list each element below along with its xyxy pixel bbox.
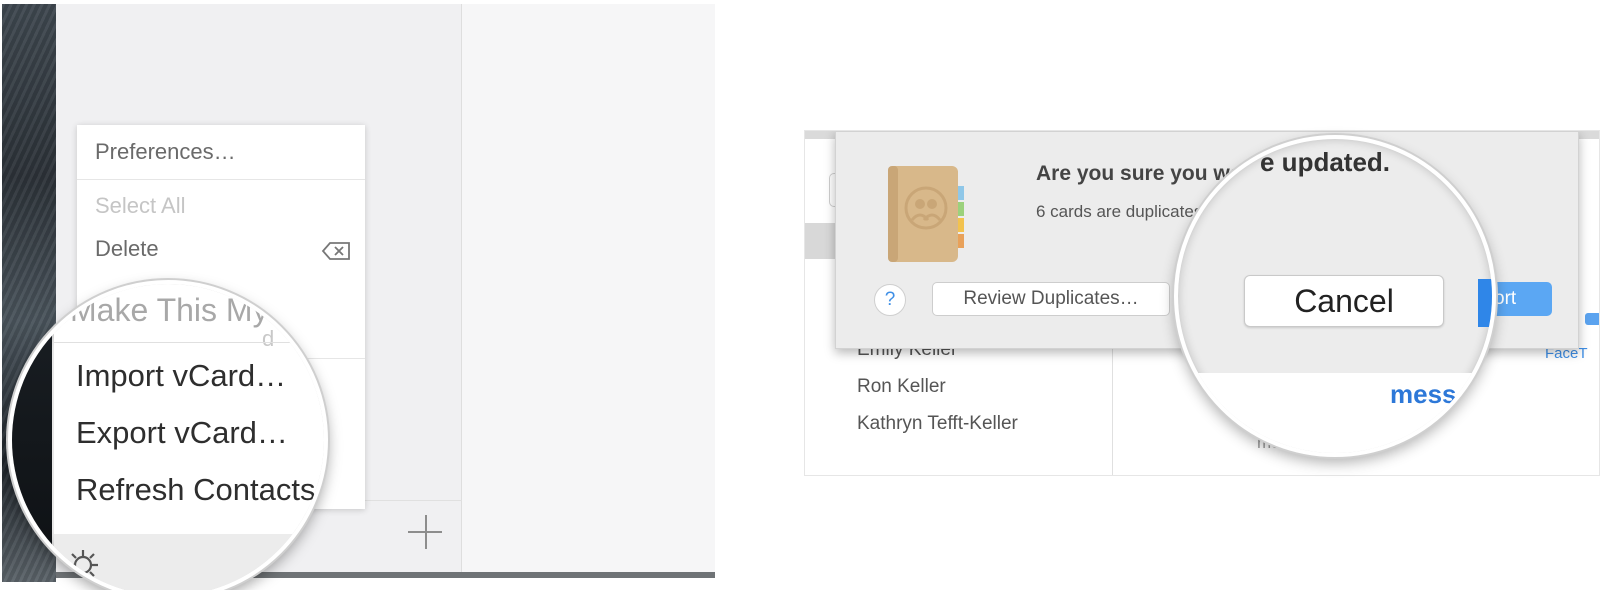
contact-list-item[interactable]: Kathryn Tefft-Keller bbox=[857, 413, 1018, 435]
menu-separator bbox=[54, 342, 324, 343]
dialog-title-magnified: e updated. bbox=[1260, 147, 1391, 177]
dialog-message: 6 cards are duplicates bbox=[1036, 202, 1203, 221]
gear-icon[interactable] bbox=[64, 546, 102, 584]
contacts-window-left-view: Preferences… Select All Delete Make This… bbox=[0, 0, 716, 590]
magnifier-right: e updated. Cancel mess bbox=[1174, 135, 1496, 457]
cancel-button[interactable]: Cancel bbox=[1244, 275, 1444, 327]
default-button-edge[interactable] bbox=[1478, 279, 1492, 327]
review-duplicates-button[interactable]: Review Duplicates… bbox=[932, 282, 1170, 316]
menu-item-export-vcard[interactable]: Export vCard… bbox=[76, 415, 288, 451]
message-action-magnified[interactable]: mess bbox=[1390, 379, 1457, 410]
menu-separator bbox=[77, 179, 365, 180]
menu-item-preferences[interactable]: Preferences… bbox=[95, 139, 236, 165]
menu-item-fragment: d bbox=[262, 326, 275, 351]
menu-item-refresh-contacts[interactable]: Refresh Contacts bbox=[76, 472, 316, 508]
add-contact-button[interactable] bbox=[406, 513, 446, 553]
menu-item-delete[interactable]: Delete bbox=[95, 236, 159, 262]
magnifier-left: Make This My d Import vCard… Export vCar… bbox=[8, 280, 328, 590]
contacts-book-icon bbox=[888, 166, 964, 262]
magnified-wallpaper bbox=[12, 284, 52, 590]
action-button-edge[interactable] bbox=[1585, 313, 1599, 325]
menu-item-select-all: Select All bbox=[95, 193, 186, 218]
menu-item-make-this-my-card: Make This My bbox=[70, 292, 269, 328]
menu-item-import-vcard[interactable]: Import vCard… bbox=[76, 358, 286, 394]
selected-row-edge bbox=[805, 223, 835, 259]
delete-key-icon bbox=[321, 242, 350, 260]
contact-list-item[interactable]: Ron Keller bbox=[857, 376, 946, 398]
help-button[interactable]: ? bbox=[874, 284, 906, 316]
